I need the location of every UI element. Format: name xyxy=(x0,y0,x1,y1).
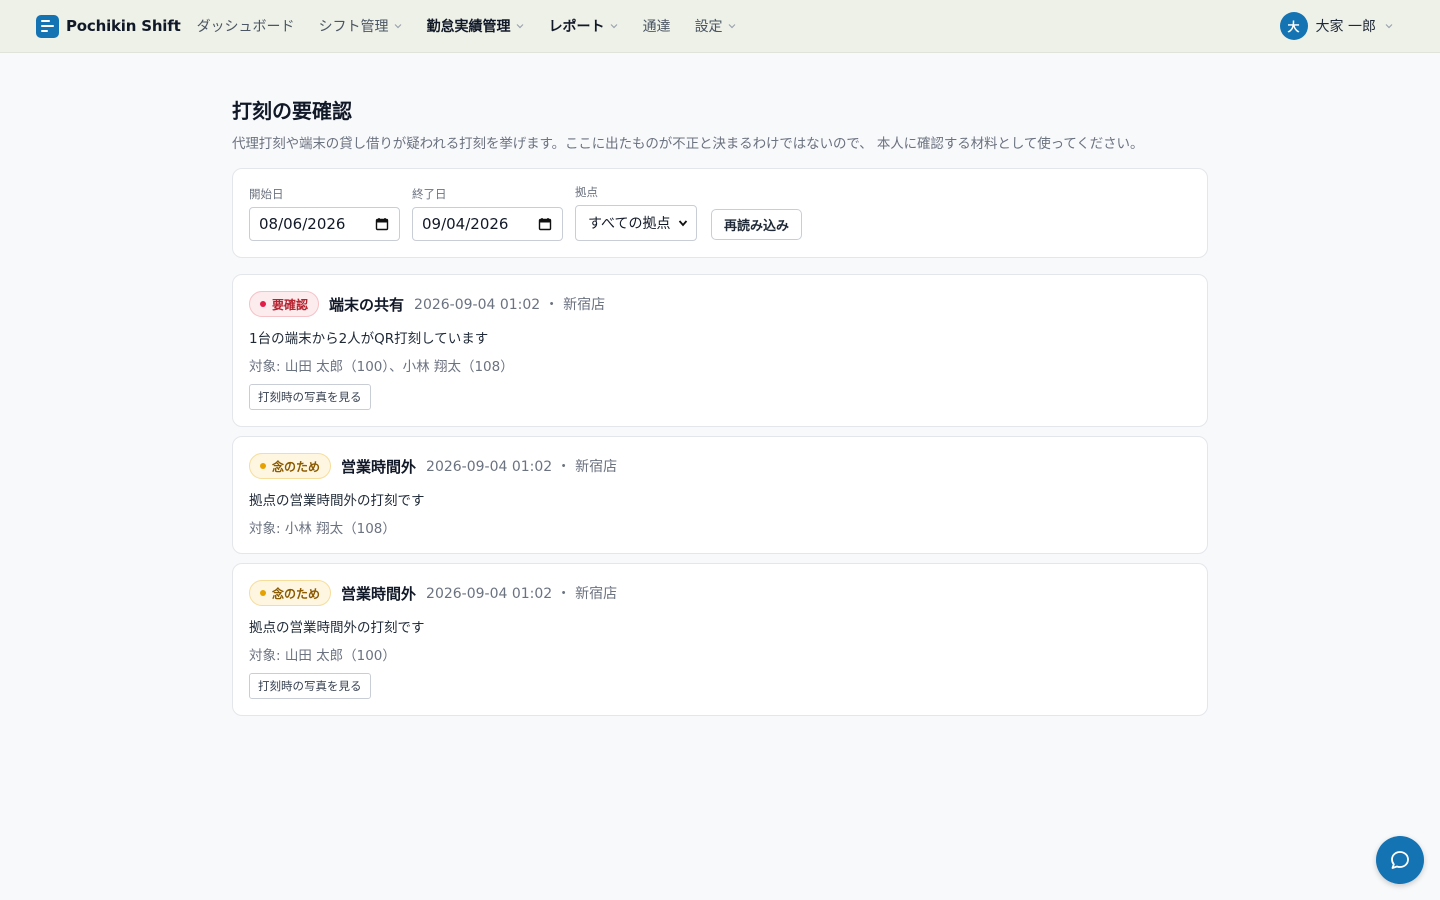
alert-target: 対象: 小林 翔太（108） xyxy=(249,521,396,537)
main-nav: ダッシュボード シフト管理 勤怠実績管理 レポート 通達 設定 xyxy=(197,16,737,36)
alert-header: 要確認 端末の共有 2026-09-04 01:02 ・ 新宿店 xyxy=(249,291,1191,317)
nav-item-2[interactable]: 勤怠実績管理 xyxy=(427,16,525,36)
alert-description: 1台の端末から2人がQR打刻しています xyxy=(249,331,489,347)
chevron-down-icon xyxy=(516,24,523,29)
nav-item-label: シフト管理 xyxy=(318,19,389,35)
severity-badge-label: 要確認 xyxy=(272,297,309,312)
severity-dot-icon xyxy=(260,590,266,596)
avatar: 大 xyxy=(1279,12,1308,40)
alert-card: 念のため 営業時間外 2026-09-04 01:02 ・ 新宿店拠点の営業時間外の… xyxy=(232,436,1208,554)
location-label: 拠点 xyxy=(575,185,598,199)
chevron-down-icon xyxy=(394,24,401,29)
start-date-input[interactable]: 08/06/2026 xyxy=(249,207,400,241)
brand-name: Pochikin Shift xyxy=(66,17,181,35)
alert-title: 営業時間外 xyxy=(341,457,417,476)
alert-card: 要確認 端末の共有 2026-09-04 01:02 ・ 新宿店 1台の端末から2人が… xyxy=(232,274,1208,427)
alert-description: 拠点の営業時間外の打刻です xyxy=(249,620,425,636)
alert-header: 念のため 営業時間外 2026-09-04 01:02 ・ 新宿店 xyxy=(249,580,1191,606)
nav-item-label: レポート xyxy=(548,19,605,35)
alert-list: 要確認 端末の共有 2026-09-04 01:02 ・ 新宿店 1台の端末から2人が… xyxy=(232,274,1208,716)
chevron-down-icon xyxy=(728,24,735,29)
nav-item-label: 勤怠実績管理 xyxy=(426,19,511,35)
end-date-field: 終了日 09/04/2026 xyxy=(412,186,563,241)
alert-target: 対象: 山田 太郎（100） xyxy=(249,648,396,664)
chevron-down-icon xyxy=(678,220,688,227)
severity-badge-label: 念のため xyxy=(272,586,321,601)
brand-logo-icon xyxy=(36,14,59,38)
start-date-label: 開始日 xyxy=(249,187,284,201)
end-date-value: 09/04/2026 xyxy=(422,215,509,233)
calendar-icon[interactable] xyxy=(375,217,389,231)
nav-item-4[interactable]: 通達 xyxy=(643,16,671,36)
severity-dot-icon xyxy=(260,301,266,307)
alert-target: 対象: 山田 太郎（100）、小林 翔太（108） xyxy=(249,359,514,375)
filter-panel: 開始日 08/06/2026 終了日 09/04/2026 拠点 すべての拠点 … xyxy=(232,168,1208,258)
main-content: 打刻の要確認 代理打刻や端末の貸し借りが疑われる打刻を挙げます。ここに出たものが… xyxy=(232,53,1208,716)
view-photo-button[interactable]: 打刻時の写真を見る xyxy=(249,673,371,699)
alert-meta: 2026-09-04 01:02 ・ 新宿店 xyxy=(414,297,606,313)
chevron-down-icon xyxy=(610,24,617,29)
end-date-label: 終了日 xyxy=(412,187,447,201)
start-date-value: 08/06/2026 xyxy=(259,215,346,233)
alert-title: 端末の共有 xyxy=(329,295,405,314)
alert-title: 営業時間外 xyxy=(341,584,417,603)
severity-badge: 要確認 xyxy=(249,291,320,317)
severity-badge: 念のため xyxy=(249,453,332,479)
nav-item-3[interactable]: レポート xyxy=(549,16,619,36)
chevron-down-icon xyxy=(1385,24,1393,29)
alert-description: 拠点の営業時間外の打刻です xyxy=(249,493,425,509)
chat-bubble-icon xyxy=(1391,851,1409,869)
severity-dot-icon xyxy=(260,463,266,469)
page-description: 代理打刻や端末の貸し借りが疑われる打刻を挙げます。ここに出たものが不正と決まるわ… xyxy=(232,136,1144,152)
nav-item-5[interactable]: 設定 xyxy=(695,16,737,36)
view-photo-button[interactable]: 打刻時の写真を見る xyxy=(249,384,371,410)
user-name: 大家 一郎 xyxy=(1315,19,1376,35)
alert-meta: 2026-09-04 01:02 ・ 新宿店 xyxy=(426,586,618,602)
alert-header: 念のため 営業時間外 2026-09-04 01:02 ・ 新宿店 xyxy=(249,453,1191,479)
chat-button[interactable] xyxy=(1376,836,1424,884)
start-date-field: 開始日 08/06/2026 xyxy=(249,186,400,241)
severity-badge: 念のため xyxy=(249,580,332,606)
calendar-icon[interactable] xyxy=(538,217,552,231)
reload-button[interactable]: 再読み込み xyxy=(711,209,803,240)
alert-card: 念のため 営業時間外 2026-09-04 01:02 ・ 新宿店拠点の営業時間外の… xyxy=(232,563,1208,716)
user-menu[interactable]: 大 大家 一郎 xyxy=(1279,12,1394,40)
top-navigation-bar: Pochikin Shift ダッシュボード シフト管理 勤怠実績管理 レポート 通達 設… xyxy=(0,0,1440,53)
nav-item-0[interactable]: ダッシュボード xyxy=(197,16,295,36)
nav-item-label: 通達 xyxy=(642,19,671,35)
location-field: 拠点 すべての拠点 xyxy=(575,184,697,241)
page-title: 打刻の要確認 xyxy=(232,99,352,123)
nav-item-label: 設定 xyxy=(694,19,723,35)
nav-item-1[interactable]: シフト管理 xyxy=(319,16,403,36)
location-select[interactable]: すべての拠点 xyxy=(575,205,697,241)
end-date-input[interactable]: 09/04/2026 xyxy=(412,207,563,241)
nav-item-label: ダッシュボード xyxy=(196,19,295,35)
location-select-value: すべての拠点 xyxy=(588,216,671,232)
alert-meta: 2026-09-04 01:02 ・ 新宿店 xyxy=(426,459,618,475)
brand[interactable]: Pochikin Shift xyxy=(36,14,181,38)
severity-badge-label: 念のため xyxy=(272,459,321,474)
